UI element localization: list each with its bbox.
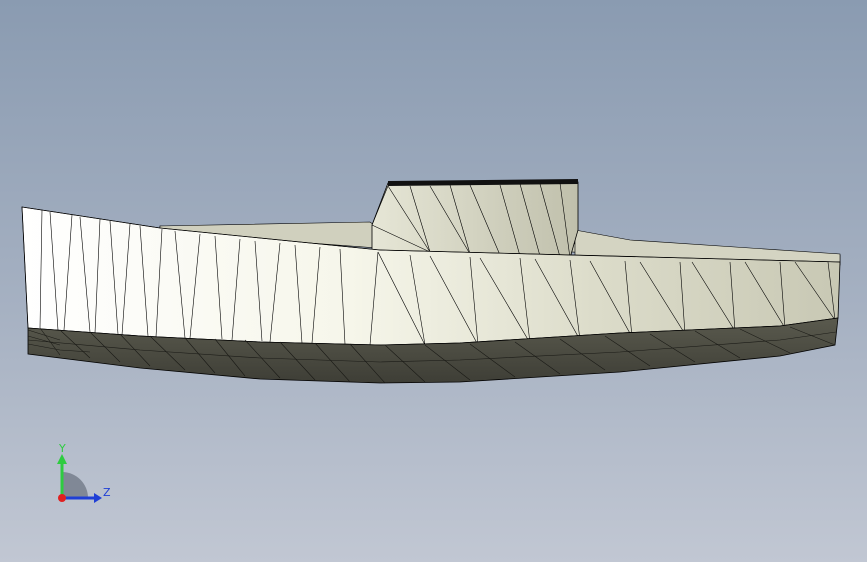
boat-hull-model[interactable] bbox=[0, 0, 867, 562]
triad-x-axis bbox=[58, 494, 66, 502]
triad-y-label: Y bbox=[58, 442, 66, 455]
orientation-triad: Y Z bbox=[57, 442, 111, 503]
graphics-viewport[interactable]: Y Z bbox=[0, 0, 867, 562]
triad-z-label: Z bbox=[103, 486, 111, 499]
triad-quadrant bbox=[62, 472, 88, 498]
cabin-body bbox=[371, 181, 579, 259]
triad-z-arrow bbox=[94, 493, 102, 503]
triad-y-arrow bbox=[57, 454, 67, 464]
